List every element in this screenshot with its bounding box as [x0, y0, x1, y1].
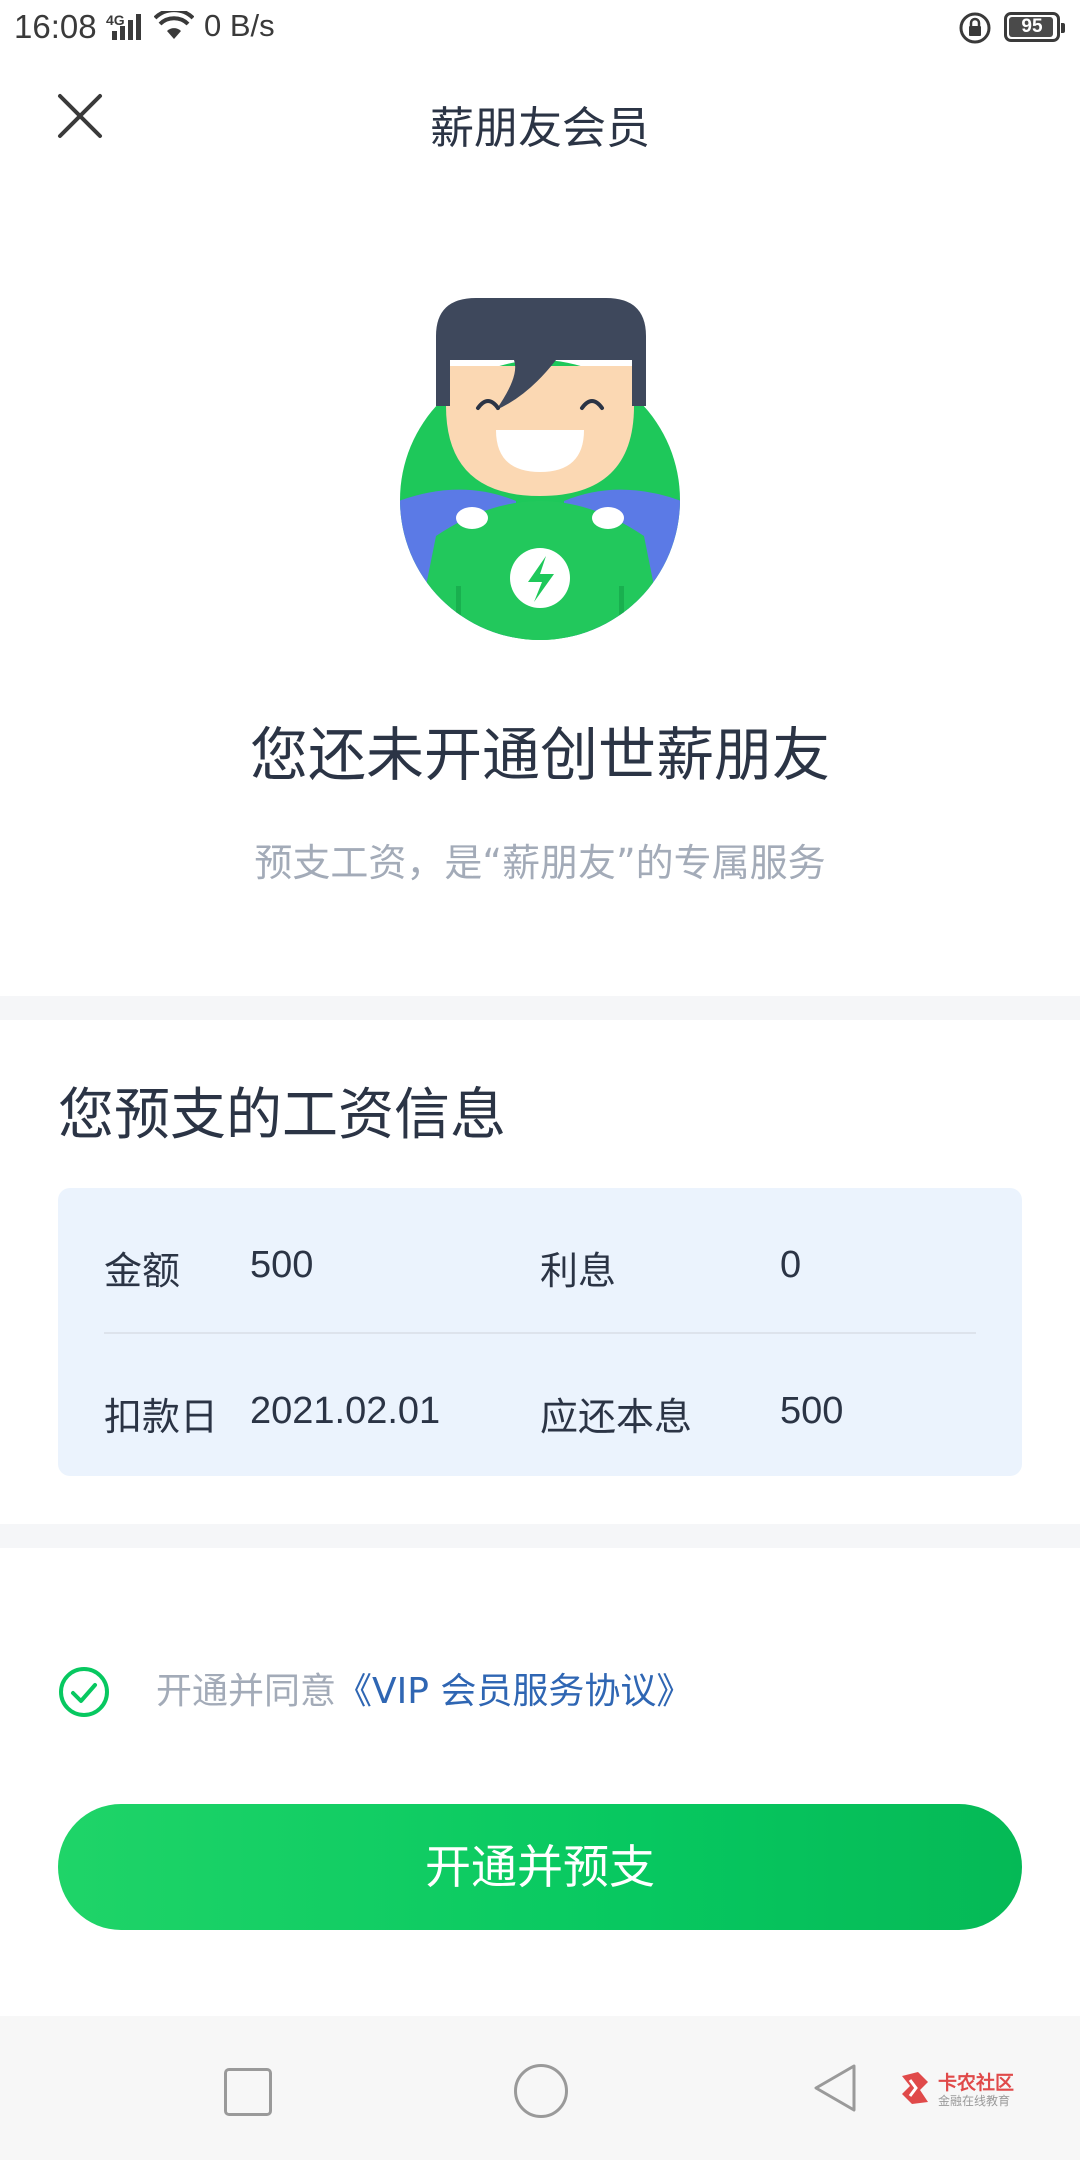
page-title: 薪朋友会员	[430, 103, 650, 154]
interest-value: 0	[780, 1244, 802, 1286]
watermark: 卡农社区 金融在线教育	[898, 2070, 1014, 2110]
square-icon[interactable]	[224, 2068, 272, 2116]
salary-info-title: 您预支的工资信息	[58, 1083, 506, 1148]
section-divider-2	[0, 1524, 1080, 1548]
amount-value: 500	[250, 1244, 314, 1286]
watermark-logo-icon	[902, 2072, 928, 2104]
rotation-lock-icon	[959, 12, 991, 44]
watermark-subtitle: 金融在线教育	[938, 2094, 1011, 2108]
network-speed: 0 B/s	[204, 8, 275, 43]
battery-icon: 95	[1004, 12, 1065, 42]
status-bar: 16:08 4G 0 B/s 95	[0, 0, 1080, 56]
open-and-advance-button[interactable]: 开通并预支	[58, 1804, 1022, 1930]
watermark-title: 卡农社区	[938, 2072, 1015, 2094]
amount-label: 金额	[104, 1249, 181, 1293]
deduction-date-label: 扣款日	[104, 1395, 219, 1439]
agreement-link[interactable]: 《VIP 会员服务协议》	[336, 1671, 692, 1712]
agreement-prefix: 开通并同意	[156, 1671, 337, 1712]
member-avatar-illustration	[400, 298, 680, 640]
status-time: 16:08	[14, 8, 97, 45]
card-divider	[104, 1332, 976, 1334]
agreement-text: 开通并同意《VIP 会员服务协议》	[156, 1666, 692, 1718]
battery-level: 95	[1021, 16, 1043, 37]
hero-subtitle: 预支工资，是“薪朋友”的专属服务	[254, 841, 826, 885]
circle-icon[interactable]	[514, 2064, 568, 2118]
section-divider	[0, 996, 1080, 1020]
repay-value: 500	[780, 1390, 844, 1432]
triangle-back-icon[interactable]	[810, 2062, 858, 2114]
deduction-date-value: 2021.02.01	[250, 1390, 441, 1432]
interest-label: 利息	[540, 1249, 617, 1293]
checkbox-checked-icon[interactable]	[58, 1666, 110, 1718]
salary-info-card: 金额 500 利息 0 扣款日 2021.02.01 应还本息 500	[58, 1188, 1022, 1476]
repay-label: 应还本息	[540, 1395, 693, 1439]
hero-title: 您还未开通创世薪朋友	[249, 721, 830, 789]
network-type: 4G	[106, 12, 125, 28]
system-nav-bar: 卡农社区 金融在线教育	[0, 2016, 1080, 2160]
wifi-icon	[154, 11, 194, 39]
